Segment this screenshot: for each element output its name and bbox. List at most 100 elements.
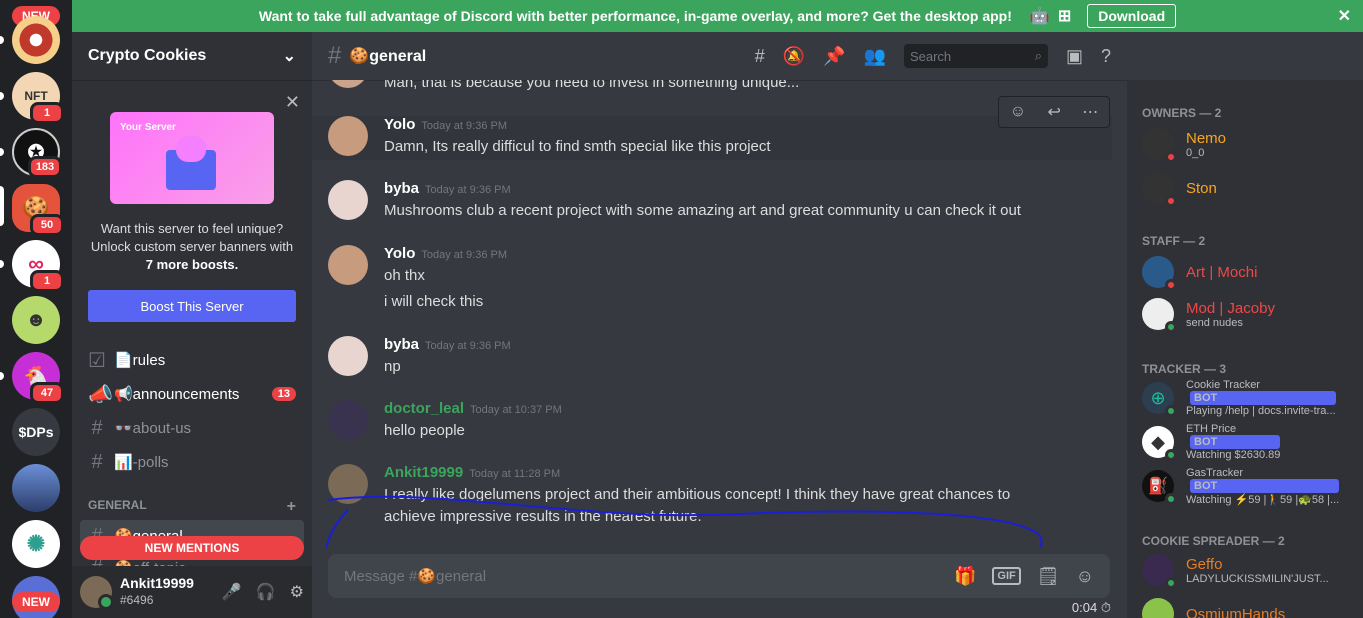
gif-button[interactable]: GIF xyxy=(992,567,1021,585)
pin-icon[interactable]: 📌 xyxy=(823,46,845,67)
message-header: doctor_leal Today at 10:37 PM xyxy=(384,400,562,417)
headphones-icon[interactable]: 🎧 xyxy=(256,582,276,602)
threads-icon[interactable]: # xyxy=(755,46,765,67)
member-item[interactable]: OsmiumHands xyxy=(1142,594,1362,618)
user-controls: 🎤 🎧 ⚙ xyxy=(222,582,304,602)
server-icon-art-nft[interactable]: NFT 1 xyxy=(12,72,64,124)
author-name[interactable]: Yolo xyxy=(384,245,415,262)
member-status: Watching $2630.89 xyxy=(1186,449,1281,461)
timestamp: Today at 11:28 PM xyxy=(469,468,561,480)
message-text: Damn, Its really difficul to find smth s… xyxy=(384,138,771,155)
boost-server-button[interactable]: Boost This Server xyxy=(88,290,296,322)
member-status: Playing /help | docs.invite-tra... xyxy=(1186,405,1336,417)
inbox-icon[interactable]: ▣ xyxy=(1066,46,1083,67)
announcement-channel-icon: 📣 xyxy=(88,383,113,406)
avatar[interactable] xyxy=(328,180,368,220)
server-icon-pentagram[interactable]: ✪ 183 xyxy=(12,128,62,178)
message-input[interactable]: Message #🍪general 🎁 GIF 🗒 ☺ xyxy=(328,554,1110,598)
message-header: Yolo Today at 9:36 PM xyxy=(384,245,507,262)
avatar: ⛽ xyxy=(1142,470,1177,505)
channel-polls[interactable]: # 📊-polls xyxy=(80,446,304,478)
channel-rules[interactable]: ☑ 📄rules xyxy=(80,344,304,376)
mute-microphone-icon[interactable]: 🎤 xyxy=(222,582,242,602)
gear-icon[interactable]: ⚙ xyxy=(290,582,304,602)
member-name: Mod | Jacoby xyxy=(1186,299,1275,317)
hash-icon: # xyxy=(91,450,103,473)
discord-window: NEW NFT1 ✪183 🍪50 ∞1 ☻ 🐔47 $DPs ✺ NEW Wa… xyxy=(0,0,1363,618)
server-icon-geometric[interactable]: ✺ xyxy=(12,520,60,568)
notification-bell-muted-icon[interactable]: 🔕 xyxy=(783,46,805,67)
member-item[interactable]: Mod | Jacoby send nudes xyxy=(1142,294,1362,334)
channel-announcements[interactable]: 📣 📢announcements 13 xyxy=(80,378,304,410)
add-reaction-icon[interactable]: ☺ xyxy=(1010,103,1026,121)
add-channel-icon[interactable]: + xyxy=(287,498,296,516)
channel-about-us[interactable]: # 👓about-us xyxy=(80,412,304,444)
server-header[interactable]: Crypto Cookies ⌄ xyxy=(72,32,312,80)
member-item[interactable]: Art | Mochi xyxy=(1142,252,1362,292)
author-name[interactable]: byba xyxy=(384,336,419,353)
download-button[interactable]: Download xyxy=(1087,4,1177,28)
channel-label: 📄rules xyxy=(114,352,166,369)
author-name[interactable]: doctor_leal xyxy=(384,400,464,417)
message-list: Man, that is because you need to invest … xyxy=(312,80,1127,548)
member-status: send nudes xyxy=(1186,316,1243,329)
help-icon[interactable]: ? xyxy=(1101,46,1111,67)
author-name[interactable]: Ankit19999 xyxy=(384,464,463,481)
emoji-icon[interactable]: ☺ xyxy=(1076,566,1094,587)
avatar xyxy=(1142,598,1174,618)
category-general[interactable]: GENERAL + xyxy=(88,498,296,516)
mention-badge: 1 xyxy=(30,270,64,292)
server-icon-bird[interactable]: 🐔 47 xyxy=(12,352,64,404)
banner-text: Want to take full advantage of Discord w… xyxy=(258,8,1012,24)
server-icon-green-mascot[interactable]: ☻ xyxy=(12,296,60,344)
member-item[interactable]: Ston xyxy=(1142,168,1362,208)
message-header: byba Today at 9:36 PM xyxy=(384,336,511,353)
chat-area: # 🍪general # 🔕 📌 👥 Search ⌕ ▣ ? Man, tha… xyxy=(312,32,1127,618)
close-banner-icon[interactable]: ✕ xyxy=(1338,6,1351,26)
author-name[interactable]: byba xyxy=(384,180,419,197)
member-item[interactable]: ⛽ GasTracker BOT Watching ⚡59 |🚶59 |🐢58 |.… xyxy=(1142,466,1362,506)
gift-icon[interactable]: 🎁 xyxy=(954,566,976,587)
server-icon-dps[interactable]: $DPs xyxy=(12,408,60,456)
member-item[interactable]: Geffo LADYLUCKISSMILIN'JUST... xyxy=(1142,550,1362,590)
online-status-icon xyxy=(1165,321,1177,333)
member-item[interactable]: Nemo 0_0 xyxy=(1142,124,1362,164)
timer-value: 0:04 xyxy=(1071,600,1098,615)
avatar[interactable] xyxy=(328,336,368,376)
bot-tag: BOT xyxy=(1190,435,1281,449)
hash-icon: # xyxy=(91,416,103,439)
server-icon-blue-avatar[interactable] xyxy=(12,464,60,512)
reply-icon[interactable]: ↩ xyxy=(1047,102,1060,122)
mention-badge: 50 xyxy=(30,214,64,236)
close-promo-icon[interactable]: ✕ xyxy=(285,92,300,113)
member-category: COOKIE SPREADER — 2 xyxy=(1142,534,1285,548)
timestamp: Today at 9:36 PM xyxy=(421,120,507,132)
new-unread-bottom-pill[interactable]: NEW xyxy=(12,592,60,612)
chevron-down-icon: ⌄ xyxy=(282,48,296,65)
server-icon-pokeball[interactable] xyxy=(12,16,60,64)
sticker-icon[interactable]: 🗒 xyxy=(1037,566,1060,587)
member-name: Nemo xyxy=(1186,129,1227,147)
android-icon: 🤖 xyxy=(1029,8,1050,25)
server-icon-crypto-cookies[interactable]: 🍪 50 xyxy=(12,184,64,236)
composer-tools: 🎁 GIF 🗒 ☺ xyxy=(954,566,1094,587)
member-item[interactable]: ◆ ETH Price BOT Watching $2630.89 xyxy=(1142,422,1362,462)
message-hovered[interactable]: Yolo Today at 9:36 PM Damn, Its really di… xyxy=(312,116,1112,160)
new-mentions-pill[interactable]: NEW MENTIONS xyxy=(80,536,304,560)
member-status: Watching ⚡59 |🚶59 |🐢58 |... xyxy=(1186,493,1340,506)
member-list-icon[interactable]: 👥 xyxy=(864,46,886,67)
user-info[interactable]: Ankit19999 #6496 xyxy=(120,575,194,609)
more-options-icon[interactable]: ⋯ xyxy=(1082,102,1098,122)
member-item[interactable]: ⊕ Cookie Tracker BOT Playing /help | docs.… xyxy=(1142,378,1362,418)
avatar[interactable] xyxy=(328,116,368,156)
server-icon-infinity[interactable]: ∞ 1 xyxy=(12,240,64,292)
avatar[interactable] xyxy=(328,400,368,440)
avatar[interactable] xyxy=(80,576,114,610)
avatar[interactable] xyxy=(328,245,368,285)
member-category: STAFF — 2 xyxy=(1142,234,1206,248)
author-name[interactable]: Yolo xyxy=(384,116,415,133)
header-toolbar: # 🔕 📌 👥 Search ⌕ ▣ ? xyxy=(755,44,1111,68)
search-input[interactable]: Search ⌕ xyxy=(903,44,1048,68)
user-panel: Ankit19999 #6496 🎤 🎧 ⚙ xyxy=(72,566,312,618)
message-text: oh thx xyxy=(384,267,425,284)
